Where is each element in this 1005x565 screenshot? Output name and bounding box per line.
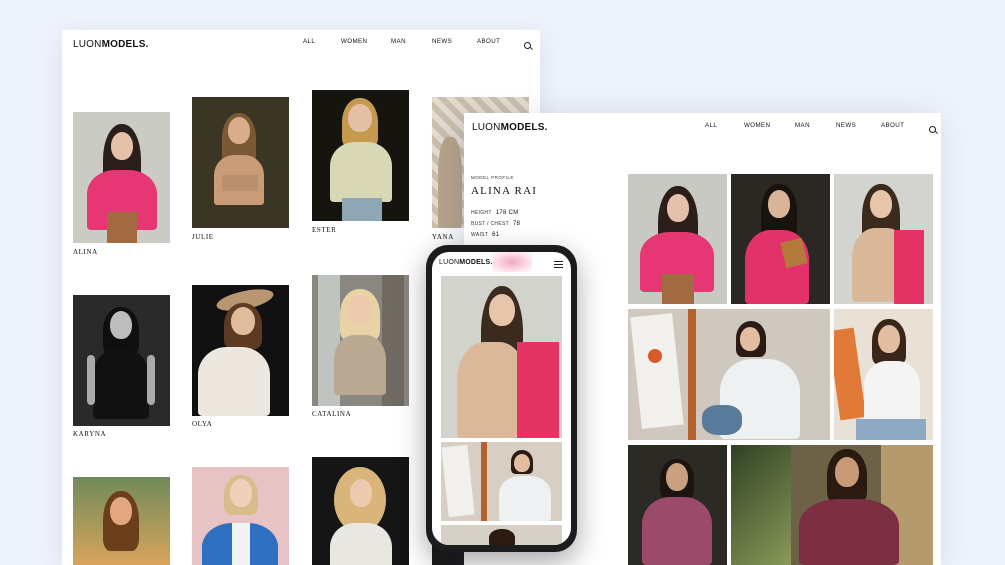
model-card-ester[interactable]: [312, 90, 409, 221]
brand-logo-bold: MODELS.: [459, 259, 493, 266]
profile-photo-6[interactable]: [628, 445, 727, 565]
mobile-screen: LUONMODELS.: [432, 252, 571, 545]
brand-logo-light: LUON: [439, 259, 460, 266]
brand-logo[interactable]: LUONMODELS.: [472, 122, 548, 133]
brand-logo-bold: MODELS.: [101, 39, 149, 50]
stat-waist: WAIST 61: [471, 232, 500, 238]
brand-logo[interactable]: LUONMODELS.: [439, 259, 493, 266]
profile-photo-7[interactable]: [731, 445, 933, 565]
profile-photo-3[interactable]: [834, 174, 933, 304]
model-name-yana[interactable]: YANA: [432, 233, 454, 241]
model-card-row3-2[interactable]: [192, 467, 289, 565]
nav-about[interactable]: ABOUT: [477, 38, 500, 45]
brand-logo-light: LUON: [73, 39, 102, 50]
mobile-header-glow: [492, 252, 532, 272]
mobile-phone-mockup: LUONMODELS.: [426, 245, 577, 552]
model-name-karyna[interactable]: KARYNA: [73, 430, 106, 438]
hamburger-menu-icon[interactable]: [554, 261, 563, 268]
brand-logo-bold: MODELS.: [500, 122, 548, 133]
nav-news[interactable]: NEWS: [432, 38, 452, 45]
nav-women[interactable]: WOMEN: [341, 38, 367, 45]
search-icon[interactable]: [524, 42, 531, 49]
nav-man[interactable]: MAN: [391, 38, 406, 45]
mobile-photo-3[interactable]: [441, 525, 562, 545]
mobile-photo-2[interactable]: [441, 442, 562, 521]
model-card-julie[interactable]: [192, 97, 289, 228]
model-card-karyna[interactable]: [73, 295, 170, 426]
nav-all[interactable]: ALL: [303, 38, 315, 45]
profile-photo-4[interactable]: [628, 309, 830, 440]
profile-photo-5[interactable]: [834, 309, 933, 440]
model-name-olya[interactable]: OLYA: [192, 420, 212, 428]
model-name-catalina[interactable]: CATALINA: [312, 410, 351, 418]
model-card-olya[interactable]: [192, 285, 289, 416]
model-name-ester[interactable]: ESTER: [312, 226, 336, 234]
mobile-photo-1[interactable]: [441, 276, 562, 438]
model-name-alina[interactable]: ALINA: [73, 248, 98, 256]
model-name-julie[interactable]: JULIE: [192, 233, 214, 241]
profile-name: ALINA RAI: [471, 185, 538, 197]
model-card-row3-1[interactable]: [73, 477, 170, 565]
nav-man[interactable]: MAN: [795, 122, 810, 129]
profile-photo-2[interactable]: [731, 174, 830, 304]
nav-about[interactable]: ABOUT: [881, 122, 904, 129]
model-card-catalina[interactable]: [312, 275, 409, 406]
profile-section-label: MODEL PROFILE: [471, 175, 514, 180]
nav-women[interactable]: WOMEN: [744, 122, 770, 129]
profile-photo-1[interactable]: [628, 174, 727, 304]
stat-bust: BUST / CHEST 78: [471, 221, 521, 227]
model-card-row3-3[interactable]: [312, 457, 409, 565]
nav-news[interactable]: NEWS: [836, 122, 856, 129]
brand-logo[interactable]: LUONMODELS.: [73, 39, 149, 50]
model-card-alina[interactable]: [73, 112, 170, 243]
nav-all[interactable]: ALL: [705, 122, 717, 129]
stat-height: HEIGHT 178 CM: [471, 210, 519, 216]
brand-logo-light: LUON: [472, 122, 501, 133]
search-icon[interactable]: [929, 126, 936, 133]
